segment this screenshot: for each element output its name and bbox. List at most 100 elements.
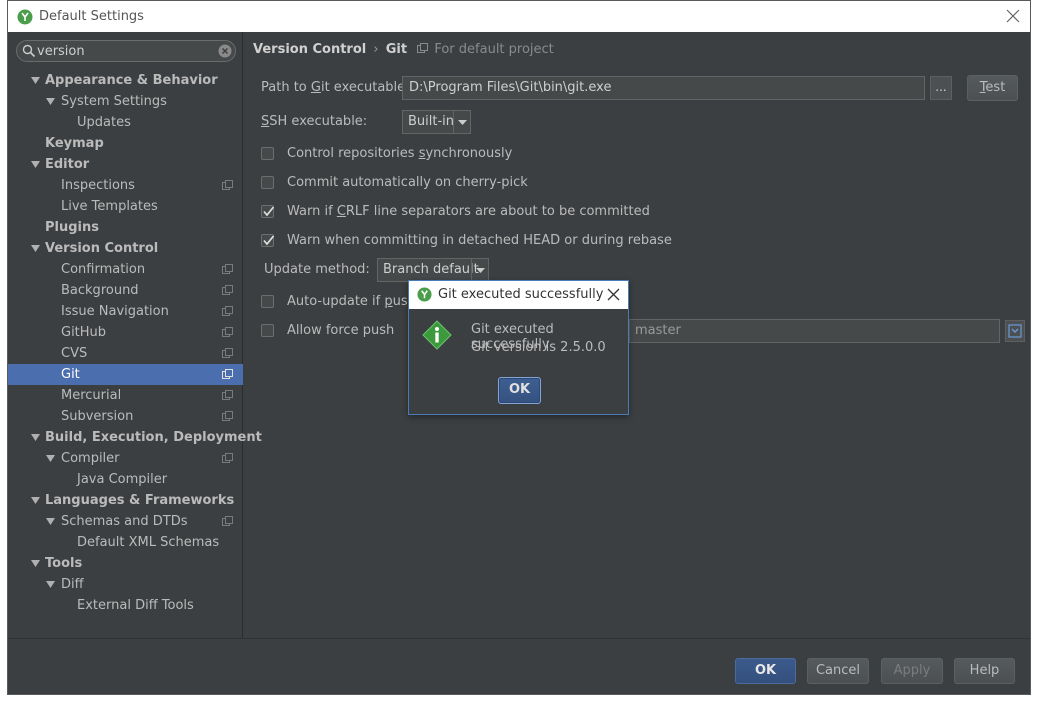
sidebar-item-mercurial[interactable]: Mercurial (8, 385, 243, 406)
apply-button[interactable]: Apply (881, 658, 943, 684)
sidebar-item-background[interactable]: Background (8, 280, 243, 301)
ok-button[interactable]: OK (735, 658, 796, 684)
project-scope-icon (222, 306, 233, 316)
sidebar-item-build-execution-deployment[interactable]: Build, Execution, Deployment (8, 427, 262, 448)
expand-field-button[interactable] (1005, 320, 1025, 342)
dialog-ok-button[interactable]: OK (498, 377, 541, 404)
expand-arrow-icon[interactable] (31, 161, 40, 169)
git-path-label: Path to Git executable: (261, 80, 410, 95)
dialog-title: Git executed successfully (438, 287, 604, 302)
checkbox[interactable] (261, 205, 275, 218)
sidebar-item-plugins[interactable]: Plugins (8, 217, 243, 238)
project-scope-icon (222, 411, 233, 421)
info-icon (422, 320, 452, 350)
search-icon (22, 44, 36, 58)
sidebar-item-appearance-behavior[interactable]: Appearance & Behavior (8, 70, 243, 91)
sidebar-item-default-xml-schemas[interactable]: Default XML Schemas (8, 532, 243, 553)
app-icon (417, 287, 432, 302)
ssh-executable-select[interactable]: Built-in (402, 110, 471, 134)
sidebar-item-inspections[interactable]: Inspections (8, 175, 243, 196)
checkbox[interactable] (261, 234, 275, 247)
expand-arrow-icon[interactable] (46, 518, 55, 526)
sidebar-item-editor[interactable]: Editor (8, 154, 243, 175)
sidebar-item-label: Keymap (45, 136, 104, 151)
protected-branches-field[interactable]: master (629, 319, 1000, 343)
sidebar-item-system-settings[interactable]: System Settings (8, 91, 243, 112)
project-scope-icon (222, 327, 233, 337)
breadcrumb: Version Control › Git For default projec… (253, 42, 554, 57)
breadcrumb-current: Git (385, 42, 408, 57)
checkbox[interactable] (261, 295, 274, 308)
project-scope-icon (222, 453, 233, 463)
sidebar-item-label: Java Compiler (77, 472, 168, 487)
expand-arrow-icon[interactable] (46, 98, 55, 106)
sidebar-item-issue-navigation[interactable]: Issue Navigation (8, 301, 243, 322)
expand-arrow-icon[interactable] (31, 77, 40, 85)
close-icon[interactable] (607, 288, 620, 301)
help-button[interactable]: Help (954, 658, 1015, 684)
update-method-select[interactable]: Branch default (377, 258, 489, 282)
git-path-field[interactable]: D:\Program Files\Git\bin\git.exe (402, 76, 925, 100)
sidebar-item-cvs[interactable]: CVS (8, 343, 243, 364)
checkbox[interactable] (261, 324, 274, 337)
update-method-label: Update method: (264, 262, 370, 277)
sidebar-item-diff[interactable]: Diff (8, 574, 243, 595)
sidebar-item-subversion[interactable]: Subversion (8, 406, 243, 427)
project-scope-icon (222, 516, 233, 526)
sidebar-item-compiler[interactable]: Compiler (8, 448, 243, 469)
expand-arrow-icon[interactable] (46, 581, 55, 589)
expand-arrow-icon[interactable] (31, 245, 40, 253)
sidebar-item-updates[interactable]: Updates (8, 112, 243, 133)
sidebar-item-schemas-and-dtds[interactable]: Schemas and DTDs (8, 511, 243, 532)
sidebar-item-label: Updates (77, 115, 131, 130)
breadcrumb-separator: › (373, 42, 379, 57)
breadcrumb-parent[interactable]: Version Control (253, 42, 366, 57)
sidebar-item-tools[interactable]: Tools (8, 553, 243, 574)
expand-arrow-icon[interactable] (31, 560, 40, 568)
sidebar-item-confirmation[interactable]: Confirmation (8, 259, 243, 280)
sidebar-item-version-control[interactable]: Version Control (8, 238, 243, 259)
sidebar-item-label: Diff (61, 577, 84, 592)
sidebar-item-live-templates[interactable]: Live Templates (8, 196, 243, 217)
sidebar-item-java-compiler[interactable]: Java Compiler (8, 469, 243, 490)
sidebar-item-label: Background (61, 283, 139, 298)
title-bar: Default Settings (8, 1, 1030, 32)
sidebar-item-github[interactable]: GitHub (8, 322, 243, 343)
sidebar-item-label: Inspections (61, 178, 135, 193)
settings-tree: Appearance & Behavior System Settings Upda… (8, 70, 262, 616)
project-scope-icon (222, 285, 233, 295)
settings-sidebar: Appearance & Behavior System Settings Upda… (8, 32, 262, 638)
sidebar-item-label: System Settings (61, 94, 167, 109)
sidebar-item-label: Plugins (45, 220, 99, 235)
clear-search-icon[interactable] (218, 44, 232, 58)
chevron-down-icon (471, 259, 488, 281)
expand-icon (1008, 324, 1022, 338)
checkbox[interactable] (261, 176, 274, 189)
dialog-message-line-2: Git version is 2.5.0.0 (471, 340, 606, 355)
project-scope-icon (222, 264, 233, 274)
test-button[interactable]: Test (967, 75, 1018, 101)
sidebar-item-label: Issue Navigation (61, 304, 169, 319)
search-input[interactable] (37, 42, 207, 60)
browse-button[interactable]: ... (930, 76, 952, 100)
expand-arrow-icon[interactable] (31, 434, 40, 442)
app-icon (17, 9, 33, 24)
expand-arrow-icon[interactable] (31, 497, 40, 505)
cancel-button[interactable]: Cancel (807, 658, 869, 684)
project-scope-icon (222, 369, 233, 379)
sidebar-item-label: Version Control (45, 241, 159, 256)
chevron-down-icon (453, 111, 470, 133)
sidebar-item-label: CVS (61, 346, 88, 361)
project-scope-icon (222, 180, 233, 190)
checkbox[interactable] (261, 147, 274, 160)
sidebar-item-git[interactable]: Git (8, 364, 243, 385)
sidebar-item-label: External Diff Tools (77, 598, 194, 613)
close-icon[interactable] (1003, 6, 1023, 26)
sidebar-item-keymap[interactable]: Keymap (8, 133, 243, 154)
sidebar-item-label: Schemas and DTDs (61, 514, 188, 529)
expand-arrow-icon[interactable] (46, 455, 55, 463)
sidebar-item-external-diff-tools[interactable]: External Diff Tools (8, 595, 243, 616)
settings-search[interactable] (16, 40, 236, 62)
sidebar-item-languages-frameworks[interactable]: Languages & Frameworks (8, 490, 243, 511)
sidebar-item-label: GitHub (61, 325, 107, 340)
